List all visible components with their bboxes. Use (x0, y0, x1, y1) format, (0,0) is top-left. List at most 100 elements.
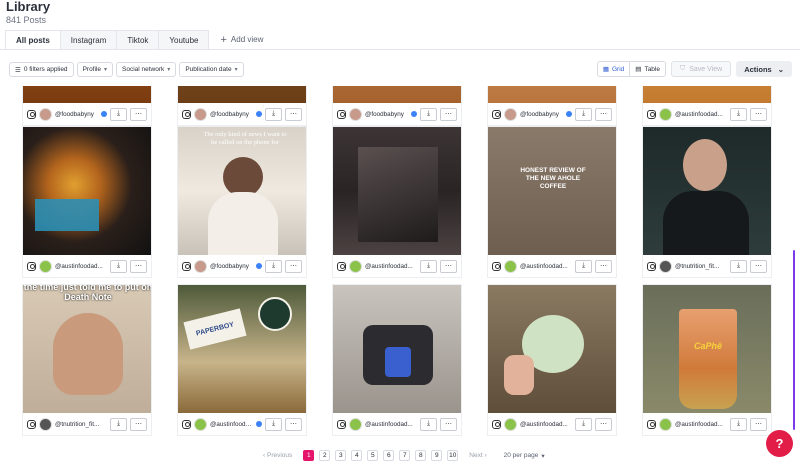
profile-handle[interactable]: @tnutrition_fit... (55, 421, 107, 428)
page-button[interactable]: 2 (319, 450, 331, 461)
page-button[interactable]: 1 (303, 450, 315, 461)
post-card[interactable]: @austinfoodad... ⤓ ⋯ (332, 126, 462, 278)
more-options-button[interactable]: ⋯ (750, 107, 767, 121)
post-card[interactable]: @austinfoodad... ⤓ ⋯ (332, 284, 462, 436)
post-thumbnail[interactable] (333, 86, 461, 103)
previous-page-button[interactable]: ‹ Previous (263, 452, 292, 459)
profile-handle[interactable]: @tnutrition_fit... (675, 263, 727, 270)
page-button[interactable]: 3 (335, 450, 347, 461)
post-card[interactable]: @foodbabyny ⤓ ⋯ (177, 86, 307, 126)
help-chat-button[interactable]: ? (766, 430, 793, 457)
more-options-button[interactable]: ⋯ (750, 259, 767, 273)
more-options-button[interactable]: ⋯ (750, 417, 767, 431)
post-thumbnail[interactable] (23, 86, 151, 103)
post-card[interactable]: @austinfoodad... ⤓ ⋯ (487, 284, 617, 436)
download-button[interactable]: ⤓ (575, 107, 592, 121)
more-options-button[interactable]: ⋯ (595, 417, 612, 431)
post-thumbnail[interactable] (23, 127, 151, 255)
download-button[interactable]: ⤓ (110, 259, 127, 273)
profile-handle[interactable]: @foodbabyny (55, 111, 98, 118)
post-thumbnail[interactable] (333, 127, 461, 255)
post-thumbnail[interactable] (643, 127, 771, 255)
post-card[interactable]: @tnutrition_fit... ⤓ ⋯ (642, 126, 772, 278)
profile-handle[interactable]: @austinfoodad... (520, 263, 572, 270)
download-button[interactable]: ⤓ (420, 417, 437, 431)
post-card[interactable]: @austinfoodad... ⤓ ⋯ (642, 86, 772, 126)
more-options-button[interactable]: ⋯ (285, 107, 302, 121)
page-button[interactable]: 9 (431, 450, 443, 461)
more-options-button[interactable]: ⋯ (595, 107, 612, 121)
publication-date-filter[interactable]: Publication date ▾ (179, 62, 244, 77)
page-button[interactable]: 8 (415, 450, 427, 461)
download-button[interactable]: ⤓ (420, 259, 437, 273)
tab-tiktok[interactable]: Tiktok (116, 30, 160, 49)
profile-handle[interactable]: @austinfoodad... (675, 111, 727, 118)
more-options-button[interactable]: ⋯ (130, 107, 147, 121)
page-button[interactable]: 5 (367, 450, 379, 461)
post-card[interactable]: @austinfoodad... ⤓ ⋯ (22, 126, 152, 278)
download-button[interactable]: ⤓ (730, 107, 747, 121)
page-button[interactable]: 7 (399, 450, 411, 461)
actions-menu-button[interactable]: Actions ⌄ (736, 61, 792, 77)
profile-handle[interactable]: @foodbabyny (210, 111, 253, 118)
more-options-button[interactable]: ⋯ (130, 259, 147, 273)
page-button[interactable]: 10 (447, 450, 459, 461)
post-thumbnail[interactable]: HONEST REVIEW OF THE NEW AHOLE COFFEE (488, 127, 616, 255)
tab-all-posts[interactable]: All posts (5, 30, 61, 49)
save-view-button[interactable]: ⛉ Save View (670, 61, 732, 77)
more-options-button[interactable]: ⋯ (440, 259, 457, 273)
post-thumbnail[interactable] (488, 86, 616, 103)
post-thumbnail[interactable]: the time just told me to put on Death No… (23, 285, 151, 413)
more-options-button[interactable]: ⋯ (595, 259, 612, 273)
download-button[interactable]: ⤓ (420, 107, 437, 121)
tab-youtube[interactable]: Youtube (158, 30, 210, 49)
more-options-button[interactable]: ⋯ (285, 417, 302, 431)
profile-handle[interactable]: @austinfoodad... (55, 263, 107, 270)
profile-handle[interactable]: @austinfoodad... (210, 421, 253, 428)
profile-handle[interactable]: @foodbabyny (210, 263, 253, 270)
post-card[interactable]: PAPERBOY @austinfoodad... ⤓ ⋯ (177, 284, 307, 436)
post-card[interactable]: @foodbabyny ⤓ ⋯ (332, 86, 462, 126)
profile-handle[interactable]: @foodbabyny (365, 111, 408, 118)
grid-view-button[interactable]: ▦ Grid (598, 62, 629, 76)
download-button[interactable]: ⤓ (110, 417, 127, 431)
page-button[interactable]: 6 (383, 450, 395, 461)
page-button[interactable]: 4 (351, 450, 363, 461)
download-button[interactable]: ⤓ (575, 417, 592, 431)
post-thumbnail[interactable]: PAPERBOY (178, 285, 306, 413)
post-card[interactable]: @foodbabyny ⤓ ⋯ (22, 86, 152, 126)
profile-handle[interactable]: @austinfoodad... (365, 421, 417, 428)
download-button[interactable]: ⤓ (730, 259, 747, 273)
post-thumbnail[interactable] (488, 285, 616, 413)
more-options-button[interactable]: ⋯ (440, 417, 457, 431)
add-view-button[interactable]: + Add view (220, 30, 263, 49)
download-button[interactable]: ⤓ (265, 417, 282, 431)
tab-instagram[interactable]: Instagram (59, 30, 118, 49)
profile-handle[interactable]: @foodbabyny (520, 111, 563, 118)
filters-applied-button[interactable]: ☰ 0 filters applied (9, 62, 74, 77)
post-thumbnail[interactable] (178, 86, 306, 103)
post-thumbnail[interactable]: The only kind of news I want to be calle… (178, 127, 306, 255)
post-card[interactable]: @foodbabyny ⤓ ⋯ (487, 86, 617, 126)
more-options-button[interactable]: ⋯ (130, 417, 147, 431)
scrollbar[interactable] (793, 250, 795, 430)
download-button[interactable]: ⤓ (110, 107, 127, 121)
social-network-filter[interactable]: Social network ▾ (116, 62, 177, 77)
post-thumbnail[interactable] (333, 285, 461, 413)
post-card[interactable]: HONEST REVIEW OF THE NEW AHOLE COFFEE @a… (487, 126, 617, 278)
download-button[interactable]: ⤓ (575, 259, 592, 273)
table-view-button[interactable]: ▤ Table (629, 62, 665, 76)
download-button[interactable]: ⤓ (265, 259, 282, 273)
more-options-button[interactable]: ⋯ (440, 107, 457, 121)
more-options-button[interactable]: ⋯ (285, 259, 302, 273)
next-page-button[interactable]: Next › (469, 452, 486, 459)
download-button[interactable]: ⤓ (265, 107, 282, 121)
post-card[interactable]: CaPhê @austinfoodad... ⤓ ⋯ (642, 284, 772, 436)
profile-handle[interactable]: @austinfoodad... (675, 421, 727, 428)
profile-filter[interactable]: Profile ▾ (76, 62, 114, 77)
profile-handle[interactable]: @austinfoodad... (520, 421, 572, 428)
download-button[interactable]: ⤓ (730, 417, 747, 431)
post-card[interactable]: the time just told me to put on Death No… (22, 284, 152, 436)
post-card[interactable]: The only kind of news I want to be calle… (177, 126, 307, 278)
profile-handle[interactable]: @austinfoodad... (365, 263, 417, 270)
